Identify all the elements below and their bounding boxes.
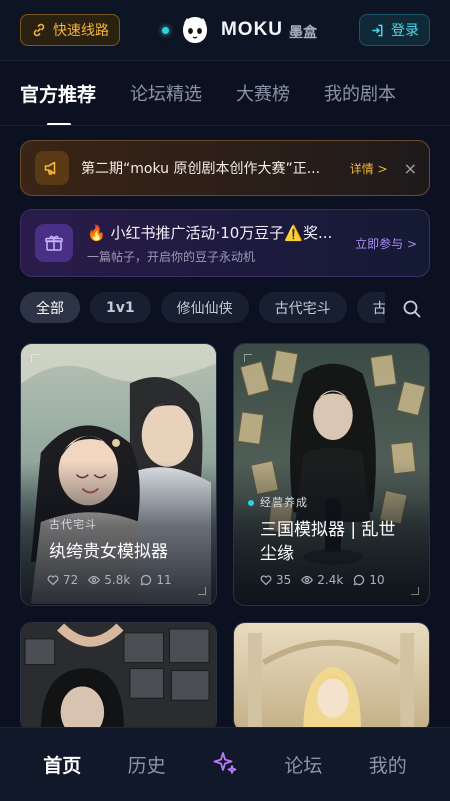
contest-banner-text: 第二期“moku 原创剧本创作大赛”正... xyxy=(81,161,321,177)
comments-stat: 10 xyxy=(353,573,385,587)
promo-icon-box xyxy=(35,224,73,262)
chip-partial[interactable]: 古 xyxy=(356,292,385,323)
brand-dot xyxy=(161,26,169,34)
likes-count: 72 xyxy=(63,573,79,587)
live-dot xyxy=(248,500,254,506)
brand-logo: MOKU 墨盒 xyxy=(161,12,318,48)
megaphone-icon xyxy=(44,161,56,175)
script-card[interactable] xyxy=(20,622,217,732)
nav-mine[interactable]: 我的 xyxy=(369,751,407,778)
card-title-line1: 三国模拟器 | 乱世 xyxy=(260,520,396,540)
link-icon xyxy=(33,23,45,37)
nav-forum[interactable]: 论坛 xyxy=(284,751,322,778)
gift-icon xyxy=(45,235,63,251)
chip-ancient-household[interactable]: 古代宅斗 xyxy=(258,292,347,323)
chip-xianxia[interactable]: 修仙仙侠 xyxy=(160,292,249,323)
login-button[interactable]: 登录 xyxy=(359,14,430,46)
promo-subtitle: 一篇帖子，开启你的豆子永动机 xyxy=(87,249,256,264)
views-count: 2.4k xyxy=(317,573,344,587)
comment-icon xyxy=(140,574,152,586)
quick-route-button[interactable]: 快速线路 xyxy=(20,14,120,46)
nav-create[interactable] xyxy=(212,750,238,780)
card-genre-text: 经营养成 xyxy=(260,496,308,509)
heart-icon xyxy=(260,575,272,586)
heart-icon xyxy=(47,575,59,586)
chip-1v1[interactable]: 1v1 xyxy=(90,292,151,323)
join-now-link[interactable]: 立即参与 > xyxy=(355,235,417,252)
card-corner-mark xyxy=(244,354,252,362)
comment-icon xyxy=(353,574,365,586)
nav-history[interactable]: 历史 xyxy=(128,751,166,778)
top-bar: 快速线路 MOKU 墨盒 登录 xyxy=(0,0,450,60)
bottom-nav: 首页 历史 论坛 我的 xyxy=(0,727,450,801)
views-stat: 2.4k xyxy=(301,573,343,587)
promo-title: 🔥 小红书推广活动·10万豆子⚠️奖... xyxy=(87,223,333,242)
brand-name: MOKU xyxy=(220,19,284,40)
card-cover-image xyxy=(234,623,429,731)
comments-count: 10 xyxy=(369,573,385,587)
login-label: 登录 xyxy=(391,23,419,39)
search-icon[interactable] xyxy=(402,299,422,319)
card-title-line2: 尘缘 xyxy=(260,544,294,564)
sparkle-icon xyxy=(213,751,237,774)
views-stat: 5.8k xyxy=(88,573,130,587)
login-icon xyxy=(372,24,383,36)
script-card[interactable]: 古代宅斗 纨绔贵女模拟器 72 5.8k 11 xyxy=(20,343,217,606)
card-cover-image xyxy=(21,623,216,731)
brand-subtitle: 墨盒 xyxy=(289,25,318,41)
close-icon[interactable]: × xyxy=(404,159,417,178)
promo-banner[interactable]: 🔥 小红书推广活动·10万豆子⚠️奖... 一篇帖子，开启你的豆子永动机 立即参… xyxy=(20,209,430,277)
eye-icon xyxy=(88,575,101,585)
tab-forum-picks[interactable]: 论坛精选 xyxy=(130,80,202,106)
comments-count: 11 xyxy=(156,573,172,587)
category-chips: 全部 1v1 修仙仙侠 古代宅斗 古 xyxy=(20,292,385,324)
quick-route-label: 快速线路 xyxy=(53,23,109,39)
promo-text-group: 🔥 小红书推广活动·10万豆子⚠️奖... 一篇帖子，开启你的豆子永动机 xyxy=(87,222,347,265)
eye-icon xyxy=(301,575,314,585)
card-title: 纨绔贵女模拟器 xyxy=(49,542,168,562)
card-title: 三国模拟器 | 乱世 尘缘 xyxy=(260,518,396,566)
card-corner-mark xyxy=(198,587,206,595)
card-corner-mark xyxy=(411,587,419,595)
likes-stat: 35 xyxy=(260,573,291,587)
banner-icon-box xyxy=(35,151,69,185)
card-stats: 35 2.4k 10 xyxy=(260,573,385,587)
likes-count: 35 xyxy=(276,573,292,587)
contest-detail-link[interactable]: 详情 > xyxy=(350,160,388,177)
mascot-icon xyxy=(182,17,207,43)
script-card[interactable] xyxy=(233,622,430,732)
script-card[interactable]: 经营养成 三国模拟器 | 乱世 尘缘 35 2.4k 10 xyxy=(233,343,430,606)
card-stats: 72 5.8k 11 xyxy=(47,573,172,587)
likes-stat: 72 xyxy=(47,573,78,587)
tabs-divider xyxy=(0,125,450,126)
card-corner-mark xyxy=(31,354,39,362)
tab-my-scripts[interactable]: 我的剧本 xyxy=(324,80,396,106)
chip-all[interactable]: 全部 xyxy=(20,292,80,323)
tab-contest-ranking[interactable]: 大赛榜 xyxy=(236,80,290,106)
tab-official-recommend[interactable]: 官方推荐 xyxy=(20,80,96,126)
main-tabs: 官方推荐 论坛精选 大赛榜 我的剧本 xyxy=(0,61,450,126)
contest-banner[interactable]: 第二期“moku 原创剧本创作大赛”正... 详情 > × xyxy=(20,140,430,196)
card-genre-tag: 经营养成 xyxy=(248,494,308,510)
card-genre-tag: 古代宅斗 xyxy=(49,518,97,531)
nav-home[interactable]: 首页 xyxy=(43,751,81,778)
views-count: 5.8k xyxy=(104,573,131,587)
comments-stat: 11 xyxy=(140,573,172,587)
